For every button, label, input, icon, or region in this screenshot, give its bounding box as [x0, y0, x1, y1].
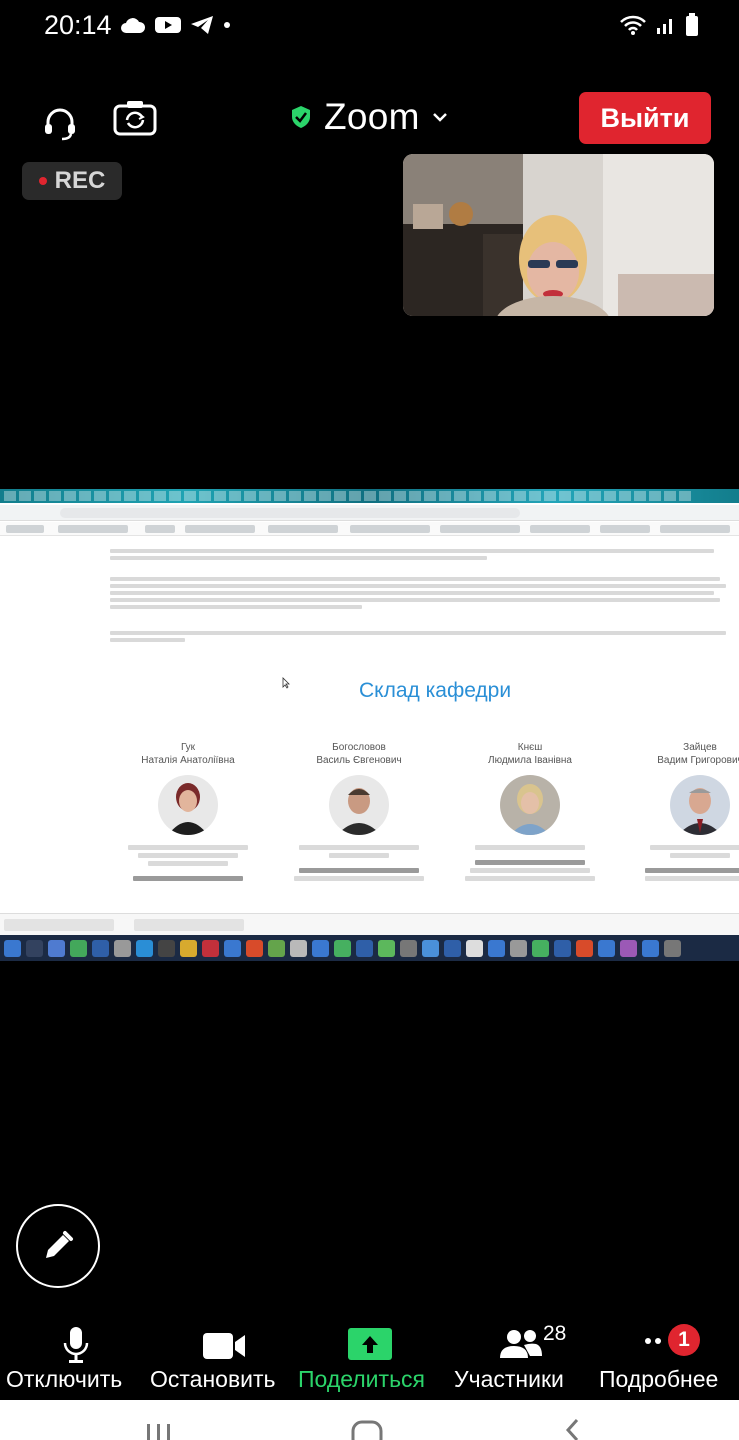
- stop-video-label: Остановить: [150, 1366, 276, 1392]
- meeting-title-text: Zoom: [324, 96, 420, 137]
- remote-download-bar: [0, 913, 739, 935]
- participants-icon: [500, 1330, 542, 1358]
- switch-camera-icon[interactable]: [112, 98, 158, 138]
- meeting-toolbar: Отключить Остановить Поделиться Участник…: [0, 1320, 739, 1400]
- more-label: Подробнее: [599, 1366, 719, 1392]
- android-navigation-bar: [0, 1400, 739, 1440]
- staff-card: Зайцев Вадим Григорович: [620, 741, 739, 884]
- battery-icon: [686, 13, 698, 36]
- status-time: 20:14: [44, 10, 112, 40]
- notification-badge: 1: [668, 1324, 700, 1356]
- status-bar: 20:14: [0, 0, 739, 48]
- more-button[interactable]: Подробнее: [596, 1320, 739, 1400]
- remote-top-bar-icons: [0, 489, 739, 503]
- dot-icon: [224, 22, 230, 28]
- recording-dot-icon: [38, 177, 47, 185]
- microphone-icon: [63, 1327, 89, 1363]
- participants-count: 28: [543, 1322, 567, 1345]
- recording-label: REC: [54, 167, 106, 194]
- participants-label: Участники: [454, 1366, 564, 1392]
- remote-browser-address-row: [0, 505, 739, 521]
- more-dots-icon: [645, 1338, 661, 1344]
- participants-button[interactable]: Участники: [452, 1320, 594, 1400]
- back-icon[interactable]: [562, 1418, 584, 1440]
- staff-card: Гук Наталія Анатоліївна: [108, 741, 268, 884]
- meeting-top-bar: Zoom Выйти: [0, 88, 739, 152]
- remote-address-field: [60, 508, 520, 518]
- annotate-button[interactable]: [16, 1204, 100, 1288]
- staff-surname: Зайцев: [683, 742, 717, 753]
- mute-button[interactable]: Отключить: [0, 1320, 146, 1400]
- remote-bookmarks-bar: [0, 522, 739, 536]
- status-notification-icons: [120, 12, 232, 38]
- shield-icon: [292, 106, 310, 128]
- wifi-icon: [620, 15, 646, 35]
- cloud-icon: [121, 18, 146, 33]
- remote-page-paragraph: [110, 547, 739, 563]
- staff-photo: [670, 775, 730, 835]
- mute-label: Отключить: [6, 1366, 123, 1392]
- staff-surname: Богословов: [332, 742, 386, 753]
- chevron-down-icon: [432, 113, 447, 122]
- youtube-icon: [155, 17, 181, 33]
- status-system-icons: [619, 12, 699, 38]
- headset-icon[interactable]: [40, 102, 80, 142]
- share-label: Поделиться: [298, 1366, 426, 1392]
- staff-name: Василь Євгенович: [316, 755, 402, 766]
- home-icon[interactable]: [350, 1420, 384, 1440]
- video-camera-icon: [203, 1333, 245, 1359]
- staff-surname: Кнєш: [517, 742, 543, 753]
- staff-surname: Гук: [180, 742, 196, 753]
- remote-page-paragraph: [110, 629, 739, 645]
- meeting-title[interactable]: Zoom: [290, 96, 448, 138]
- staff-name: Вадим Григорович: [657, 755, 739, 766]
- staff-card: Богословов Василь Євгенович: [279, 741, 439, 884]
- remote-page-paragraph: [110, 575, 739, 612]
- staff-photo: [158, 775, 218, 835]
- share-button[interactable]: Поделиться: [298, 1320, 448, 1400]
- recent-apps-icon[interactable]: [143, 1422, 175, 1440]
- cursor-icon: [282, 677, 290, 689]
- remote-windows-taskbar: [0, 935, 739, 961]
- staff-name: Людмила Іванівна: [488, 755, 572, 766]
- recording-badge: REC: [22, 162, 122, 200]
- staff-photo: [500, 775, 560, 835]
- shared-screen[interactable]: Склад кафедри Гук Наталія Анатоліївна Бо…: [0, 489, 739, 961]
- staff-card: Кнєш Людмила Іванівна: [450, 741, 610, 884]
- remote-page-heading: Склад кафедри: [359, 679, 512, 702]
- stop-video-button[interactable]: Остановить: [146, 1320, 298, 1400]
- staff-photo: [329, 775, 389, 835]
- telegram-icon: [191, 16, 213, 34]
- pencil-icon: [46, 1231, 73, 1258]
- leave-meeting-button[interactable]: Выйти: [579, 92, 711, 144]
- share-screen-icon: [348, 1328, 392, 1360]
- staff-name: Наталія Анатоліївна: [141, 755, 235, 766]
- participant-video-thumbnail[interactable]: [403, 154, 714, 316]
- participant-video-image: [403, 154, 714, 316]
- signal-icon: [657, 19, 672, 34]
